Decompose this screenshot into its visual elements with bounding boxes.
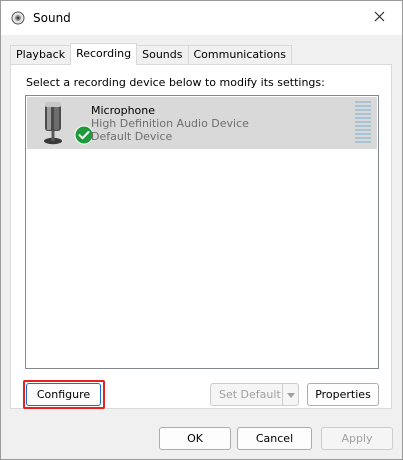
- title-bar: Sound: [1, 1, 402, 35]
- level-meter-bar: [355, 133, 371, 135]
- device-item-microphone[interactable]: Microphone High Definition Audio Device …: [27, 97, 377, 149]
- cancel-button[interactable]: Cancel: [237, 427, 312, 450]
- tab-playback[interactable]: Playback: [10, 45, 72, 64]
- level-meter-bar: [355, 121, 371, 123]
- set-default-dropdown[interactable]: [282, 384, 298, 405]
- level-meter: [355, 101, 371, 145]
- level-meter-bar: [355, 109, 371, 111]
- device-name: Microphone: [91, 104, 156, 117]
- close-button[interactable]: [356, 1, 402, 35]
- set-default-label: Set Default: [219, 388, 281, 401]
- level-meter-bar: [355, 117, 371, 119]
- device-description: High Definition Audio Device: [91, 117, 249, 130]
- recording-tab-panel: Select a recording device below to modif…: [10, 64, 392, 409]
- set-default-button[interactable]: Set Default: [210, 383, 299, 406]
- window-title: Sound: [33, 11, 71, 25]
- tab-communications[interactable]: Communications: [187, 45, 292, 64]
- instruction-text: Select a recording device below to modif…: [26, 76, 325, 89]
- level-meter-bar: [355, 113, 371, 115]
- level-meter-bar: [355, 101, 371, 103]
- tab-sounds[interactable]: Sounds: [136, 45, 189, 64]
- ok-button[interactable]: OK: [159, 427, 231, 450]
- device-state: Default Device: [91, 130, 173, 143]
- level-meter-bar: [355, 129, 371, 131]
- tab-strip: Playback Recording Sounds Communications: [10, 43, 292, 65]
- tab-recording[interactable]: Recording: [70, 43, 138, 65]
- dialog-client-area: Playback Recording Sounds Communications…: [1, 35, 402, 459]
- configure-button[interactable]: Configure: [26, 383, 101, 406]
- sound-dialog: Sound Playback Recording Sounds Communic…: [0, 0, 403, 460]
- recording-device-list[interactable]: Microphone High Definition Audio Device …: [25, 95, 379, 369]
- level-meter-bar: [355, 137, 371, 139]
- close-icon: [374, 11, 385, 25]
- speaker-icon: [11, 11, 25, 25]
- level-meter-bar: [355, 105, 371, 107]
- chevron-down-icon: [286, 388, 295, 401]
- level-meter-bar: [355, 141, 371, 143]
- level-meter-bar: [355, 125, 371, 127]
- apply-button[interactable]: Apply: [321, 427, 393, 450]
- properties-button[interactable]: Properties: [307, 383, 379, 406]
